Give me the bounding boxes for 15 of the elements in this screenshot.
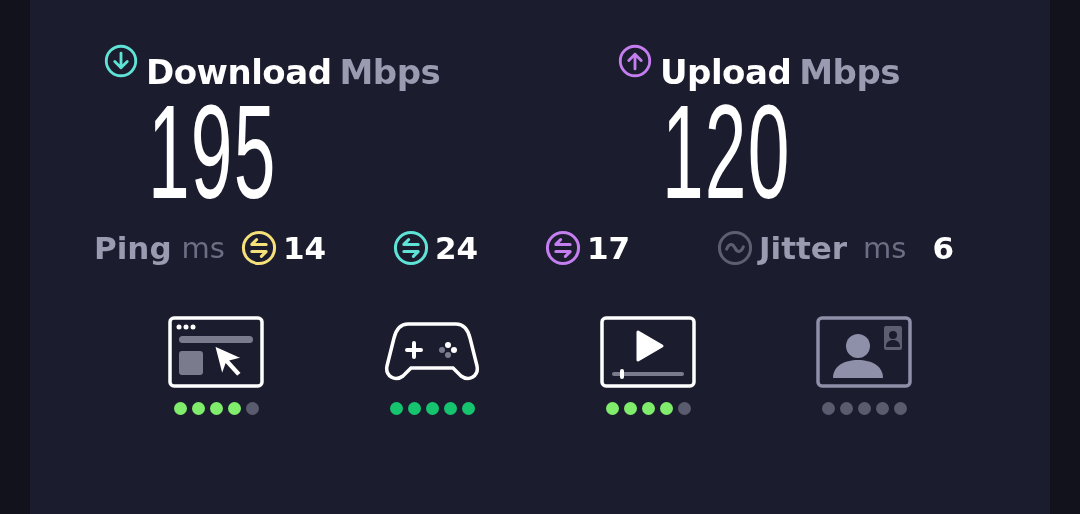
ping-value: 24	[434, 230, 479, 266]
ping-value: 17	[586, 230, 631, 266]
wave-icon	[716, 230, 753, 266]
jitter-label: Jitter	[758, 230, 848, 266]
ping-unit: ms	[181, 231, 225, 265]
speed-label: Download	[146, 52, 332, 92]
speed-value: 195	[148, 92, 277, 212]
speed-unit: Mbps	[799, 52, 900, 92]
ping-label: Ping	[94, 230, 172, 266]
ping-value: 14	[282, 230, 327, 266]
speed-value: 120	[662, 92, 791, 212]
speed-unit: Mbps	[339, 52, 441, 92]
speed-label: Upload	[660, 52, 792, 92]
jitter-unit: ms	[863, 231, 907, 265]
jitter-value: 6	[932, 230, 955, 266]
